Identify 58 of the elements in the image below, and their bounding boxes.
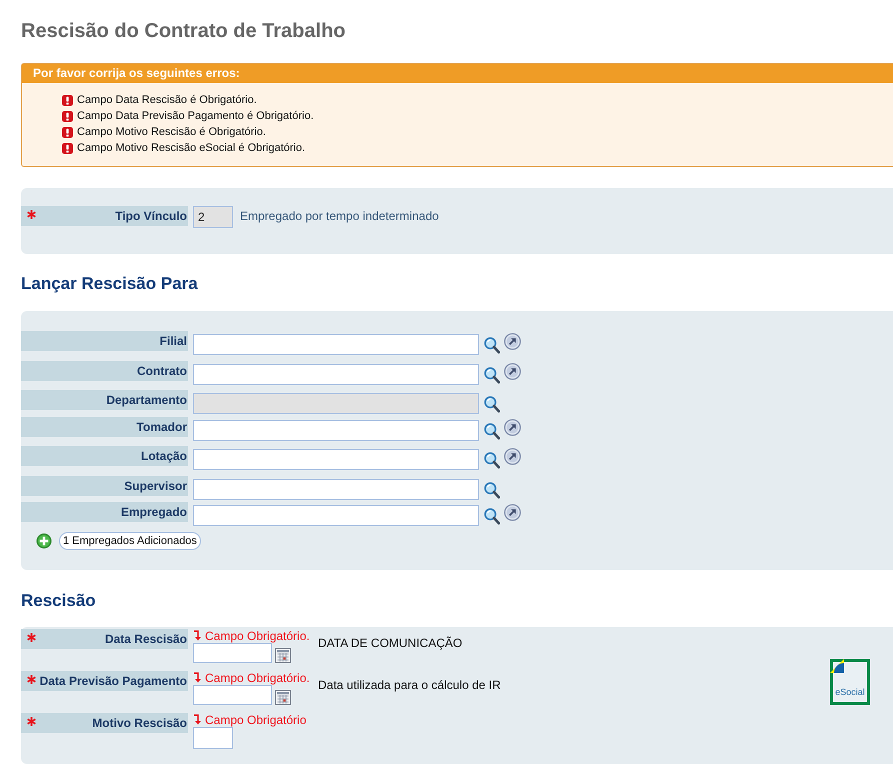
search-icon[interactable] <box>484 366 500 384</box>
field-label-text: Motivo Rescisão <box>91 716 187 730</box>
field-label: Contrato <box>21 360 188 380</box>
field-label: Departamento <box>21 390 188 410</box>
field-label: Lotação <box>21 446 188 466</box>
error-message: Campo Motivo Rescisão eSocial é Obrigatório. <box>77 142 306 154</box>
arrow-circle-icon[interactable] <box>504 504 521 521</box>
section-heading: Lançar Rescisão Para <box>21 273 199 295</box>
input-field[interactable] <box>193 726 233 748</box>
arrow-down-icon <box>193 714 202 725</box>
search-icon[interactable] <box>484 508 500 525</box>
input-field[interactable] <box>193 642 272 662</box>
arrow-circle-icon[interactable] <box>504 418 521 436</box>
error-icon <box>62 126 73 138</box>
field-label-text: Tipo Vínculo <box>114 209 187 223</box>
input-field[interactable] <box>193 684 272 704</box>
added-employees-button[interactable]: 1 Empregados Adicionados <box>59 532 201 550</box>
error-icon <box>62 142 73 154</box>
error-message: Campo Data Rescisão é Obrigatório. <box>77 94 257 106</box>
arrow-circle-icon[interactable] <box>504 333 521 350</box>
page-title: Rescisão do Contrato de Trabalho <box>21 19 347 44</box>
search-icon[interactable] <box>484 452 500 469</box>
input-field[interactable] <box>193 449 479 470</box>
error-message: Campo Motivo Rescisão é Obrigatório. <box>77 126 266 138</box>
validation-message: Campo Obrigatório. <box>205 670 310 684</box>
search-icon[interactable] <box>484 422 500 440</box>
corner-flag-icon <box>830 658 844 672</box>
error-message: Campo Data Previsão Pagamento é Obrigatório. <box>77 110 314 122</box>
input-field[interactable] <box>193 420 479 440</box>
field-label: Tomador <box>21 416 188 436</box>
field-label: Filial <box>21 331 188 351</box>
calendar-icon[interactable] <box>275 648 291 662</box>
field-description: Empregado por tempo indeterminado <box>240 208 439 225</box>
field-label-text: Data Rescisão <box>104 632 187 646</box>
validation-message: Campo Obrigatório <box>205 712 306 726</box>
validation-message: Campo Obrigatório. <box>205 628 310 642</box>
input-field[interactable] <box>193 334 479 355</box>
calendar-icon[interactable] <box>275 690 291 704</box>
search-icon[interactable] <box>484 482 500 498</box>
arrow-circle-icon[interactable] <box>504 448 521 465</box>
search-icon[interactable] <box>484 337 500 354</box>
arrow-down-icon <box>193 630 202 641</box>
arrow-circle-icon[interactable] <box>504 362 521 380</box>
field-label: Empregado <box>21 502 188 522</box>
add-icon[interactable] <box>36 532 52 548</box>
error-icon <box>62 110 73 122</box>
input-field[interactable] <box>193 364 479 384</box>
input-field[interactable] <box>193 505 479 526</box>
logo-text: eSocial <box>835 686 865 696</box>
input-field[interactable] <box>193 478 479 500</box>
field-label-text: Data Previsão Pagamento <box>38 674 187 688</box>
error-box-title: Por favor corrija os seguintes erros: <box>22 64 893 83</box>
field-label: Supervisor <box>21 476 188 496</box>
arrow-down-icon <box>193 672 202 683</box>
field-description: DATA DE COMUNICAÇÃO <box>318 634 462 652</box>
field-description: Data utilizada para o cálculo de IR <box>318 676 501 694</box>
section-heading: Rescisão <box>21 590 97 612</box>
error-icon <box>62 94 73 106</box>
